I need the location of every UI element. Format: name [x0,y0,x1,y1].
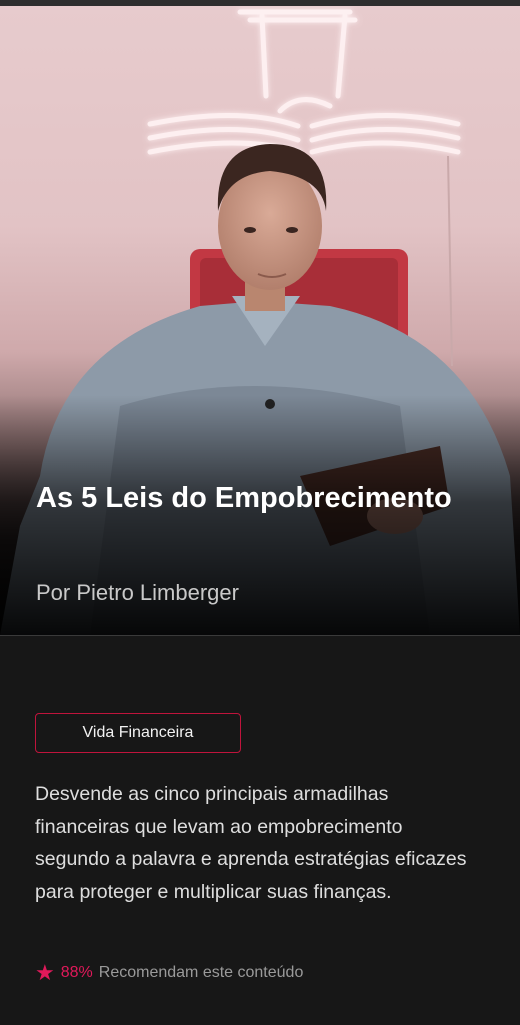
recommendation-row: ★ 88% Recomendam este conteúdo [35,962,303,984]
category-tag[interactable]: Vida Financeira [35,713,241,753]
content-title: As 5 Leis do Empobrecimento [36,482,452,514]
star-icon: ★ [35,960,55,985]
content-author: Por Pietro Limberger [36,580,239,605]
recommendation-label: Recomendam este conteúdo [98,964,304,981]
content-description: Desvende as cinco principais armadilhas … [35,783,467,903]
recommendation-percent: 88% [60,964,93,981]
content-details: Vida Financeira Desvende as cinco princi… [0,635,520,1025]
neon-sign [147,9,461,155]
hero-banner[interactable]: As 5 Leis do Empobrecimento Por Pietro L… [0,6,520,635]
